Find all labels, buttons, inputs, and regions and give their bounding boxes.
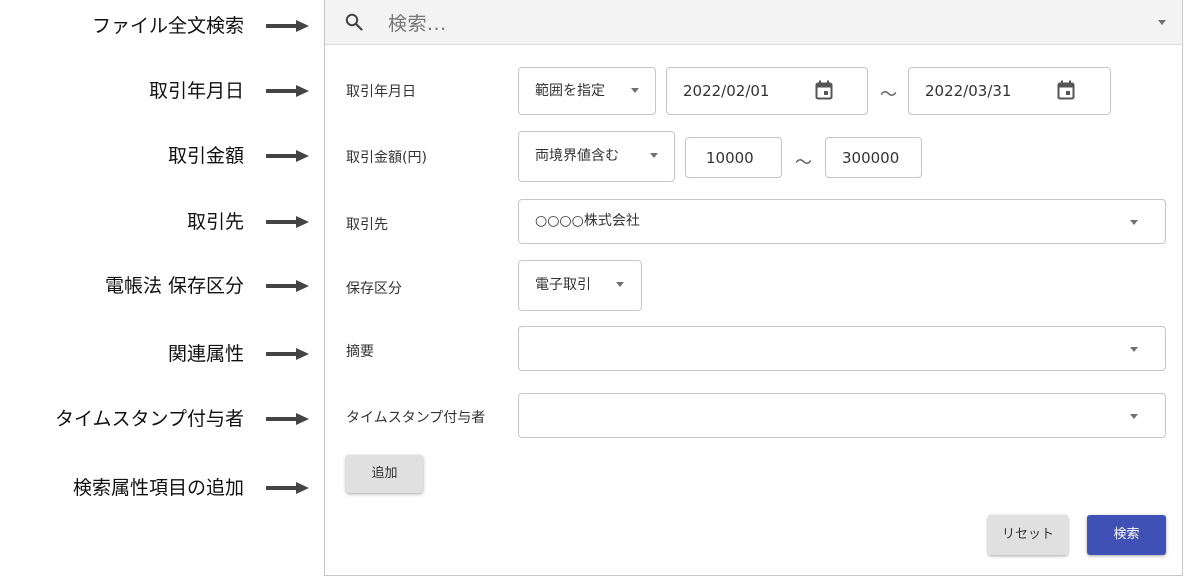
date-to-field[interactable]: 2022/03/31 xyxy=(908,67,1111,115)
chevron-down-icon xyxy=(631,88,639,93)
annotation-label: 取引年月日 xyxy=(148,80,244,102)
arrow-right-icon xyxy=(266,482,310,494)
annotation-date: 取引年月日 xyxy=(0,76,310,106)
range-separator: ～ xyxy=(880,85,897,105)
search-input[interactable]: 検索... xyxy=(388,9,447,36)
arrow-right-icon xyxy=(266,348,310,360)
reset-button[interactable]: リセット xyxy=(988,515,1068,555)
storage-value: 電子取引 xyxy=(535,277,591,293)
date-label: 取引年月日 xyxy=(346,84,416,100)
storage-label: 保存区分 xyxy=(346,281,402,297)
annotation-timestamp: タイムスタンプ付与者 xyxy=(0,404,310,434)
search-icon xyxy=(345,13,363,31)
amount-mode-select[interactable]: 両境界値含む xyxy=(518,131,675,182)
annotation-label: 検索属性項目の追加 xyxy=(72,477,244,499)
calendar-icon[interactable] xyxy=(1057,80,1075,100)
summary-label: 摘要 xyxy=(346,344,374,360)
fulltext-search-bar[interactable]: 検索... xyxy=(325,0,1182,45)
annotation-label: 取引先 xyxy=(186,211,244,233)
annotation-label: 関連属性 xyxy=(167,343,244,365)
annotation-label: 取引金額 xyxy=(167,145,244,167)
range-separator: ～ xyxy=(795,153,812,173)
arrow-right-icon xyxy=(266,216,310,228)
partner-label: 取引先 xyxy=(346,217,388,233)
date-mode-value: 範囲を指定 xyxy=(535,83,605,99)
timestamp-user-label: タイムスタンプ付与者 xyxy=(346,410,486,426)
arrow-right-icon xyxy=(266,150,310,162)
arrow-right-icon xyxy=(266,85,310,97)
annotation-label: ファイル全文検索 xyxy=(91,15,244,37)
chevron-down-icon xyxy=(650,153,658,158)
date-to-value: 2022/03/31 xyxy=(925,82,1012,100)
search-panel: 検索... 取引年月日 範囲を指定 2022/02/01 ～ 2022/03/3… xyxy=(324,0,1183,576)
chevron-down-icon xyxy=(1130,220,1138,225)
add-attribute-button[interactable]: 追加 xyxy=(346,455,423,493)
date-from-field[interactable]: 2022/02/01 xyxy=(666,67,868,115)
timestamp-user-select[interactable] xyxy=(518,393,1166,438)
amount-max-field[interactable]: 300000 xyxy=(825,137,922,178)
amount-max-value: 300000 xyxy=(842,149,900,167)
arrow-right-icon xyxy=(266,20,310,32)
partner-select[interactable]: ○○○○株式会社 xyxy=(518,199,1166,244)
chevron-down-icon xyxy=(616,282,624,287)
annotation-fulltext: ファイル全文検索 xyxy=(0,11,310,41)
calendar-icon[interactable] xyxy=(815,80,833,100)
chevron-down-icon xyxy=(1130,347,1138,352)
chevron-down-icon[interactable] xyxy=(1158,20,1166,25)
amount-min-field[interactable]: 10000 xyxy=(685,137,782,178)
partner-value: ○○○○株式会社 xyxy=(535,213,640,229)
annotation-label: 電帳法 保存区分 xyxy=(104,275,244,297)
amount-mode-value: 両境界値含む xyxy=(535,148,619,164)
annotation-amount: 取引金額 xyxy=(0,141,310,171)
annotation-label: タイムスタンプ付与者 xyxy=(54,408,244,430)
amount-label: 取引金額(円) xyxy=(346,150,427,166)
date-mode-select[interactable]: 範囲を指定 xyxy=(518,67,656,115)
chevron-down-icon xyxy=(1130,414,1138,419)
summary-select[interactable] xyxy=(518,326,1166,371)
arrow-right-icon xyxy=(266,413,310,425)
date-from-value: 2022/02/01 xyxy=(683,82,770,100)
arrow-right-icon xyxy=(266,280,310,292)
annotation-storage: 電帳法 保存区分 xyxy=(0,271,310,301)
annotation-partner: 取引先 xyxy=(0,207,310,237)
annotation-related: 関連属性 xyxy=(0,339,310,369)
search-button[interactable]: 検索 xyxy=(1087,515,1166,555)
amount-min-value: 10000 xyxy=(706,149,754,167)
storage-select[interactable]: 電子取引 xyxy=(518,260,642,311)
annotation-add: 検索属性項目の追加 xyxy=(0,473,310,503)
